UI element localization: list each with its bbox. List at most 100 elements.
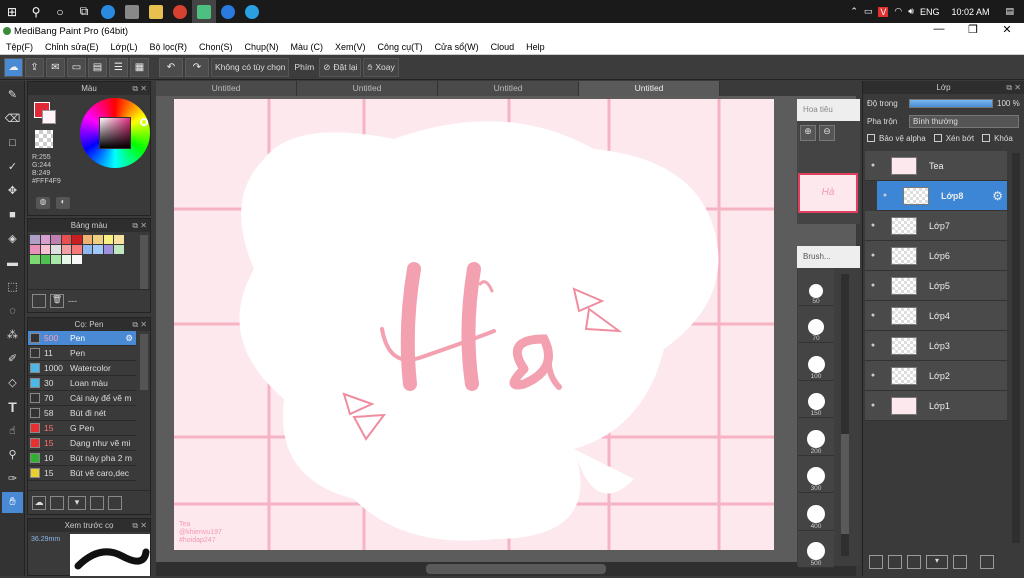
share-icon[interactable]: ⇪ <box>25 57 44 77</box>
brush-size-item[interactable]: 70 <box>798 305 834 343</box>
brush-dropdown-icon[interactable]: ▾ <box>68 495 86 510</box>
messenger-icon[interactable] <box>216 0 240 23</box>
palette-swatch[interactable] <box>30 255 40 264</box>
layer-row[interactable]: ● Lớp2 <box>865 361 1007 391</box>
layer-row[interactable]: ● Tea <box>865 151 1007 181</box>
menu-tools[interactable]: Công cụ(T) <box>378 42 423 52</box>
brush-size-item[interactable]: 100 <box>798 343 834 381</box>
folder-icon[interactable] <box>144 0 168 23</box>
menu-edit[interactable]: Chỉnh sửa(E) <box>45 42 99 52</box>
add-brush-icon[interactable]: ☁ <box>32 495 46 510</box>
palette-swatch[interactable] <box>93 245 103 254</box>
rotate-button[interactable]: ✋︎ Xoay <box>363 57 399 77</box>
brush-tool-icon[interactable]: ✎ <box>2 84 23 105</box>
layer-row[interactable]: ● Lớp3 <box>865 331 1007 361</box>
network-icon[interactable]: ◠ <box>894 6 902 17</box>
clipping-checkbox[interactable] <box>933 134 942 142</box>
menu-snap[interactable]: Chụp(N) <box>245 42 279 52</box>
edge-icon[interactable] <box>96 0 120 23</box>
notification-icon[interactable]: ▤ <box>1005 6 1014 17</box>
eye-icon[interactable]: ● <box>865 162 881 169</box>
palette-swatch[interactable] <box>114 245 124 254</box>
select-eraser-icon[interactable]: ◇ <box>2 372 23 393</box>
brush-item[interactable]: 500 Pen ⚙ <box>28 331 136 346</box>
start-button[interactable]: ⊞ <box>0 0 24 23</box>
panel-close-icon[interactable]: ⧉ ✕ <box>132 82 147 95</box>
brush-item[interactable]: 15 G Pen <box>28 421 136 436</box>
brush-item[interactable]: 10 Bút này pha 2 m <box>28 451 136 466</box>
background-swatch[interactable] <box>42 110 56 124</box>
language-indicator[interactable]: ENG <box>920 7 940 17</box>
trash-icon[interactable]: 🗑︎ <box>50 293 64 308</box>
transparent-swatch[interactable] <box>35 130 53 148</box>
layer-row[interactable]: ● Lớp4 <box>865 301 1007 331</box>
lasso-tool-icon[interactable]: ◌ <box>2 300 23 321</box>
undo-button[interactable]: ↶ <box>159 57 183 77</box>
fill-rect-icon[interactable]: ■ <box>2 204 23 225</box>
palette-swatch[interactable] <box>72 235 82 244</box>
clock[interactable]: 10:02 AM <box>951 7 989 17</box>
palette-swatch[interactable] <box>30 245 40 254</box>
dropper2-tool-icon[interactable]: ✑ <box>2 468 23 489</box>
panel-close-icon[interactable]: ⧉ ✕ <box>132 219 147 232</box>
tab-untitled-4[interactable]: Untitled <box>579 81 720 96</box>
layer-row[interactable]: ● Lớp1 <box>865 391 1007 421</box>
stabilizer-select[interactable]: Không có tùy chọn <box>211 57 290 77</box>
palette-scrollbar[interactable] <box>140 235 148 289</box>
layers-scrollbar[interactable] <box>1012 153 1020 543</box>
chevron-up-icon[interactable]: ⌃ <box>850 6 858 17</box>
brush-size-item[interactable]: 300 <box>798 455 834 493</box>
eye-icon[interactable]: ● <box>865 282 881 289</box>
zoom-in-icon[interactable]: ⊕ <box>800 125 816 141</box>
move-tool-icon[interactable]: ✥ <box>2 180 23 201</box>
gear-icon[interactable]: ⚙ <box>125 333 133 344</box>
panel-close-icon[interactable]: ⧉ ✕ <box>132 519 147 532</box>
skype-icon[interactable] <box>240 0 264 23</box>
palette-swatch[interactable] <box>61 255 71 264</box>
palette-swatch[interactable] <box>114 235 124 244</box>
bucket-tool-icon[interactable]: ◈ <box>2 228 23 249</box>
zoom-out-icon[interactable]: ⊖ <box>819 125 835 141</box>
brush-size-item[interactable]: 200 <box>798 418 834 456</box>
duplicate-layer-icon[interactable] <box>980 555 994 569</box>
palette-swatch[interactable] <box>103 245 113 254</box>
layer-row[interactable]: ● Lớp6 <box>865 241 1007 271</box>
gradient-tool-icon[interactable]: ▬ <box>2 252 23 273</box>
brush-size-thumb[interactable] <box>841 434 849 534</box>
brush-item[interactable]: 15 Bút vẽ caro,dec <box>28 466 136 481</box>
panel-close-icon[interactable]: ⧉ ✕ <box>1006 81 1021 94</box>
navigator-thumbnail[interactable]: Hà <box>798 173 858 213</box>
eraser-tool-icon[interactable]: ⌫ <box>2 108 23 129</box>
grid-icon[interactable]: ▦ <box>130 57 149 77</box>
palette-swatch[interactable] <box>103 235 113 244</box>
select-pen-icon[interactable]: ✐ <box>2 348 23 369</box>
brush-settings-icon[interactable] <box>90 495 104 510</box>
brush-item[interactable]: 15 Dạng như vẽ mi <box>28 436 136 451</box>
eye-icon[interactable]: ● <box>865 342 881 349</box>
list-icon[interactable]: ☰ <box>109 57 128 77</box>
canvas-hscroll[interactable] <box>156 562 856 576</box>
palette-swatch[interactable] <box>51 235 61 244</box>
saturation-square[interactable] <box>99 117 131 149</box>
layer-menu-icon[interactable]: ▾ <box>926 555 948 569</box>
gear-icon[interactable]: ⚙ <box>992 189 1003 203</box>
menu-color[interactable]: Màu (C) <box>291 42 324 52</box>
tab-untitled-1[interactable]: Untitled <box>156 81 297 96</box>
palette-swatch[interactable] <box>93 235 103 244</box>
eye-icon[interactable]: ● <box>865 222 881 229</box>
brush-item[interactable]: 58 Bút đi nét <box>28 406 136 421</box>
magic-wand-icon[interactable]: ⁂ <box>2 324 23 345</box>
search-icon[interactable]: ⚲ <box>24 0 48 23</box>
tab-untitled-3[interactable]: Untitled <box>438 81 579 96</box>
color-adjust-icon[interactable]: ◐ <box>56 197 70 209</box>
eye-icon[interactable]: ● <box>865 372 881 379</box>
canvas[interactable]: Tea @khienvu197 #hoidap247 <box>174 99 774 550</box>
palette-swatch[interactable] <box>72 245 82 254</box>
palette-swatch[interactable] <box>40 235 50 244</box>
color-mode-icon[interactable]: ◍ <box>36 197 50 209</box>
medibang-taskbar-icon[interactable] <box>192 0 216 23</box>
brush-size-scrollbar[interactable] <box>841 274 849 556</box>
palette-swatch[interactable] <box>40 255 50 264</box>
opacity-slider[interactable] <box>909 98 993 108</box>
text-tool-icon[interactable]: T <box>2 396 23 417</box>
